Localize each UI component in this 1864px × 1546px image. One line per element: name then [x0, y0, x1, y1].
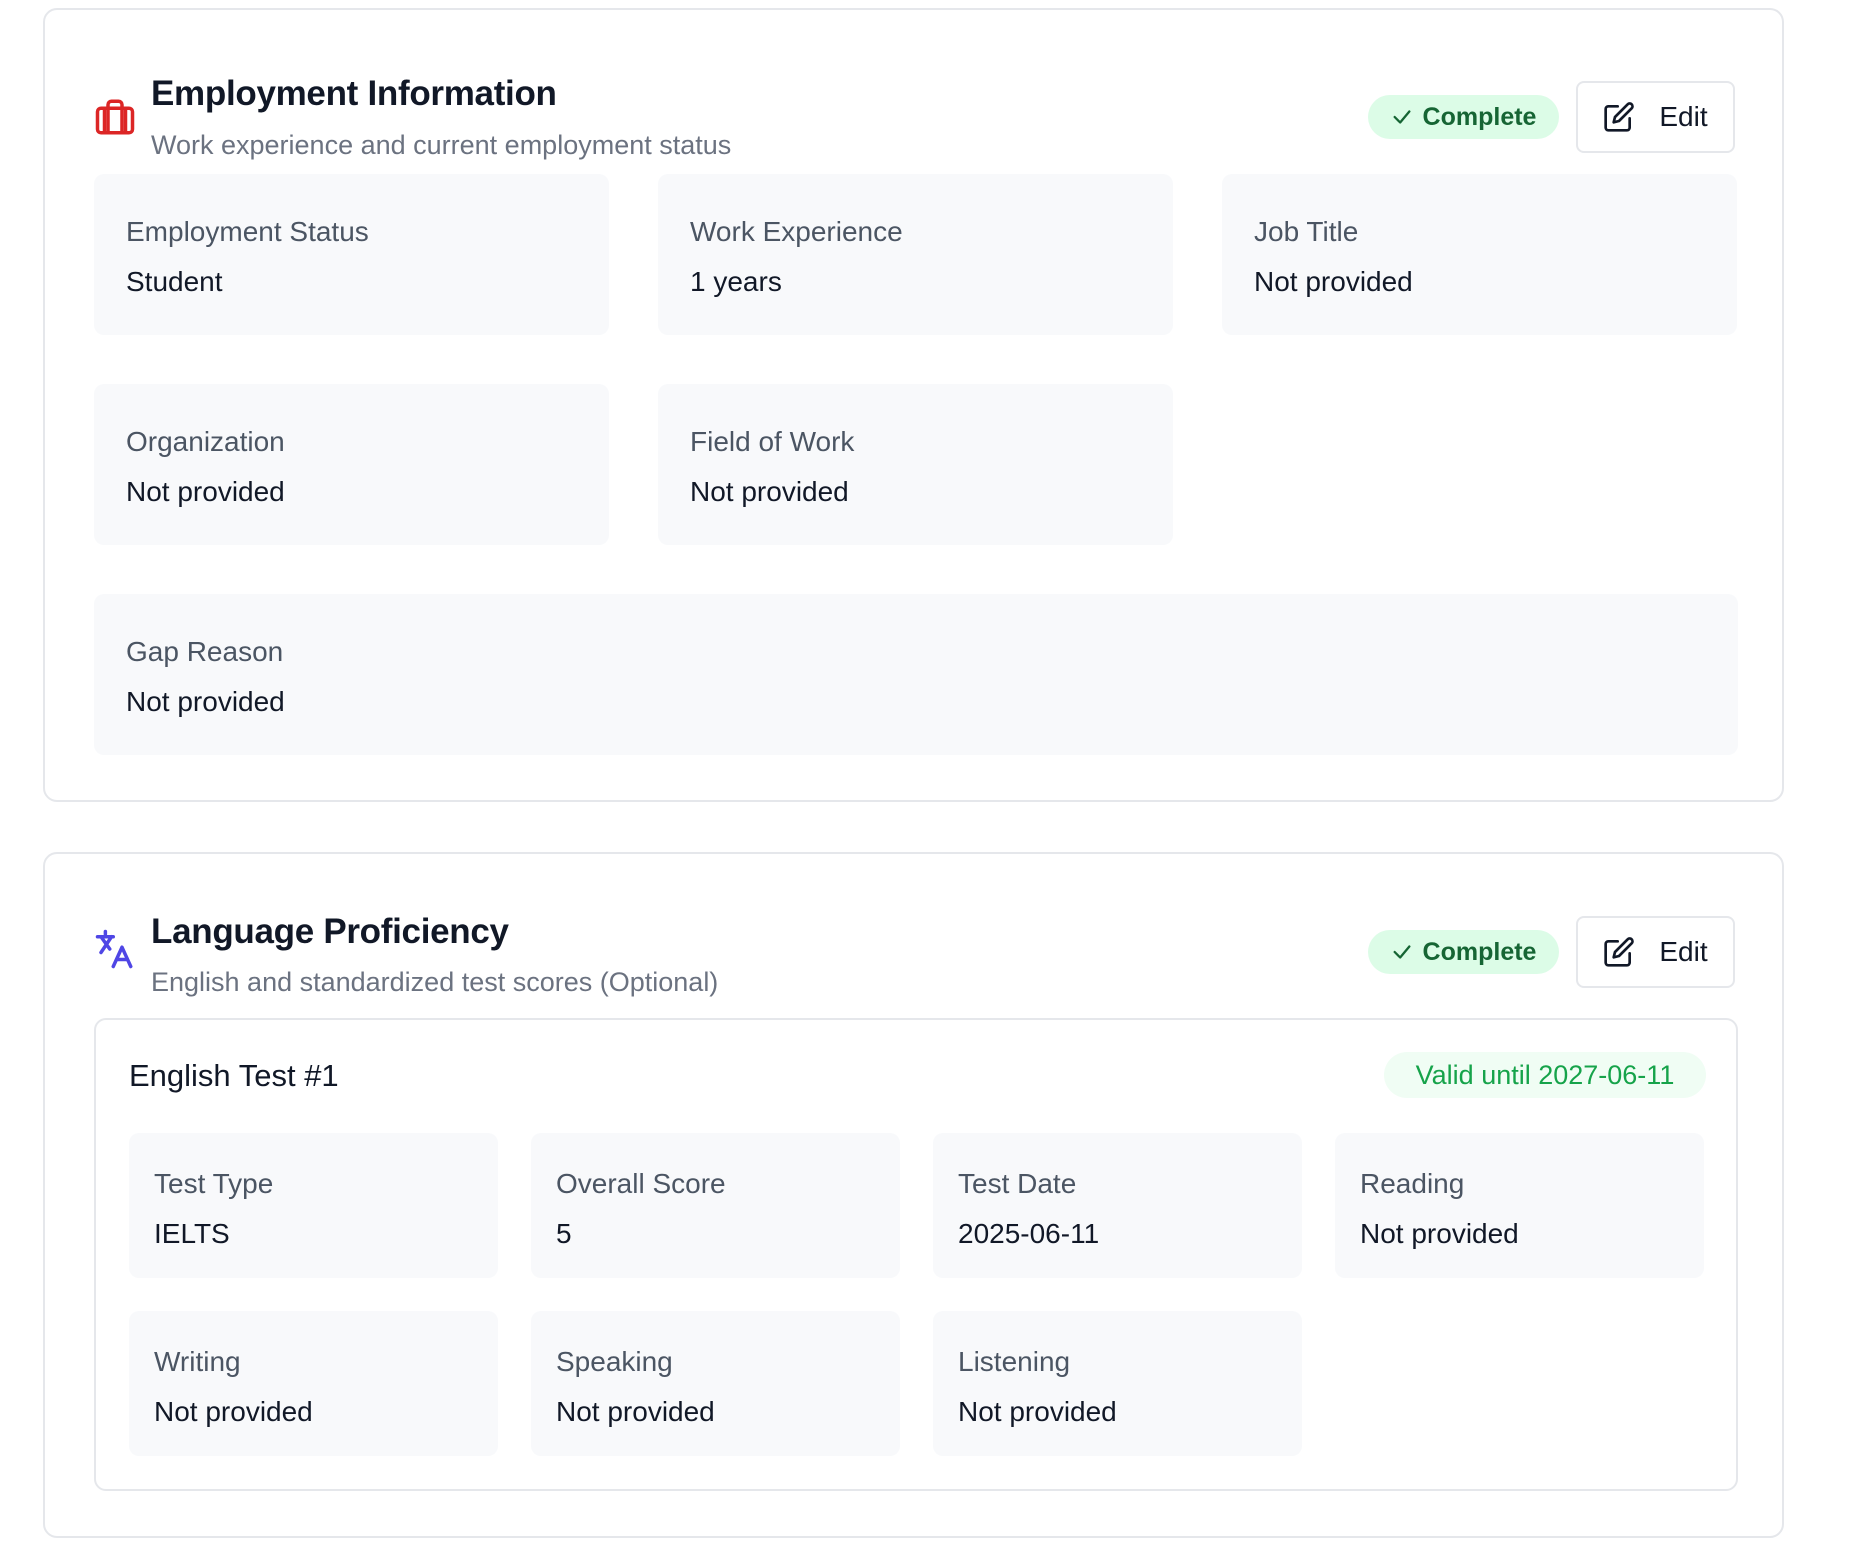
briefcase-icon	[95, 99, 135, 135]
field-value: Not provided	[126, 476, 285, 507]
field-label: Field of Work	[690, 426, 855, 457]
section-subtitle: Work experience and current employment s…	[151, 130, 732, 160]
field-value: 2025-06-11	[958, 1218, 1100, 1249]
field-organization: Organization Not provided	[94, 384, 609, 545]
field-value: 1 years	[690, 266, 782, 297]
field-value: Not provided	[958, 1396, 1117, 1427]
field-value: Not provided	[154, 1396, 313, 1427]
field-value: Not provided	[126, 686, 285, 717]
english-test-card: English Test #1 Valid until 2027-06-11 T…	[94, 1018, 1738, 1491]
field-label: Work Experience	[690, 216, 903, 247]
field-label: Test Date	[958, 1168, 1077, 1199]
field-gap-reason: Gap Reason Not provided	[94, 594, 1738, 755]
field-value: Student	[126, 266, 223, 297]
field-label: Overall Score	[556, 1168, 726, 1199]
field-value: Not provided	[1254, 266, 1413, 297]
field-value: 5	[556, 1218, 572, 1249]
section-title: Employment Information	[151, 74, 557, 113]
edit-language-button[interactable]: Edit	[1576, 916, 1735, 988]
status-badge-label: Complete	[1422, 937, 1537, 966]
section-title: Language Proficiency	[151, 912, 509, 951]
status-badge-label: Complete	[1422, 102, 1537, 131]
field-job-title: Job Title Not provided	[1222, 174, 1737, 335]
field-overall-score: Overall Score 5	[531, 1133, 900, 1278]
edit-employment-button[interactable]: Edit	[1576, 81, 1735, 153]
field-test-date: Test Date 2025-06-11	[933, 1133, 1302, 1278]
status-badge: Complete	[1368, 95, 1559, 139]
test-title: English Test #1	[129, 1058, 339, 1093]
field-employment-status: Employment Status Student	[94, 174, 609, 335]
section-subtitle: English and standardized test scores (Op…	[151, 967, 719, 997]
field-label: Speaking	[556, 1346, 673, 1377]
field-test-type: Test Type IELTS	[129, 1133, 498, 1278]
field-label: Employment Status	[126, 216, 369, 247]
field-label: Organization	[126, 426, 285, 457]
translate-icon	[95, 929, 133, 969]
language-card: Language Proficiency English and standar…	[43, 852, 1784, 1538]
field-field-of-work: Field of Work Not provided	[658, 384, 1173, 545]
employment-card: Employment Information Work experience a…	[43, 8, 1784, 802]
field-label: Test Type	[154, 1168, 274, 1199]
field-writing: Writing Not provided	[129, 1311, 498, 1456]
field-reading: Reading Not provided	[1335, 1133, 1704, 1278]
edit-button-label: Edit	[1659, 936, 1708, 967]
field-speaking: Speaking Not provided	[531, 1311, 900, 1456]
edit-icon	[1604, 102, 1635, 132]
check-icon	[1393, 945, 1411, 959]
field-work-experience: Work Experience 1 years	[658, 174, 1173, 335]
check-icon	[1393, 110, 1411, 124]
field-label: Gap Reason	[126, 636, 284, 667]
field-value: Not provided	[1360, 1218, 1519, 1249]
field-label: Job Title	[1254, 216, 1359, 247]
validity-badge: Valid until 2027-06-11	[1384, 1052, 1706, 1098]
field-label: Listening	[958, 1346, 1071, 1377]
edit-icon	[1604, 937, 1635, 967]
edit-button-label: Edit	[1659, 101, 1708, 132]
field-label: Reading	[1360, 1168, 1465, 1199]
field-value: Not provided	[556, 1396, 715, 1427]
field-value: IELTS	[154, 1218, 230, 1249]
field-label: Writing	[154, 1346, 241, 1377]
field-value: Not provided	[690, 476, 849, 507]
status-badge: Complete	[1368, 930, 1559, 974]
field-listening: Listening Not provided	[933, 1311, 1302, 1456]
